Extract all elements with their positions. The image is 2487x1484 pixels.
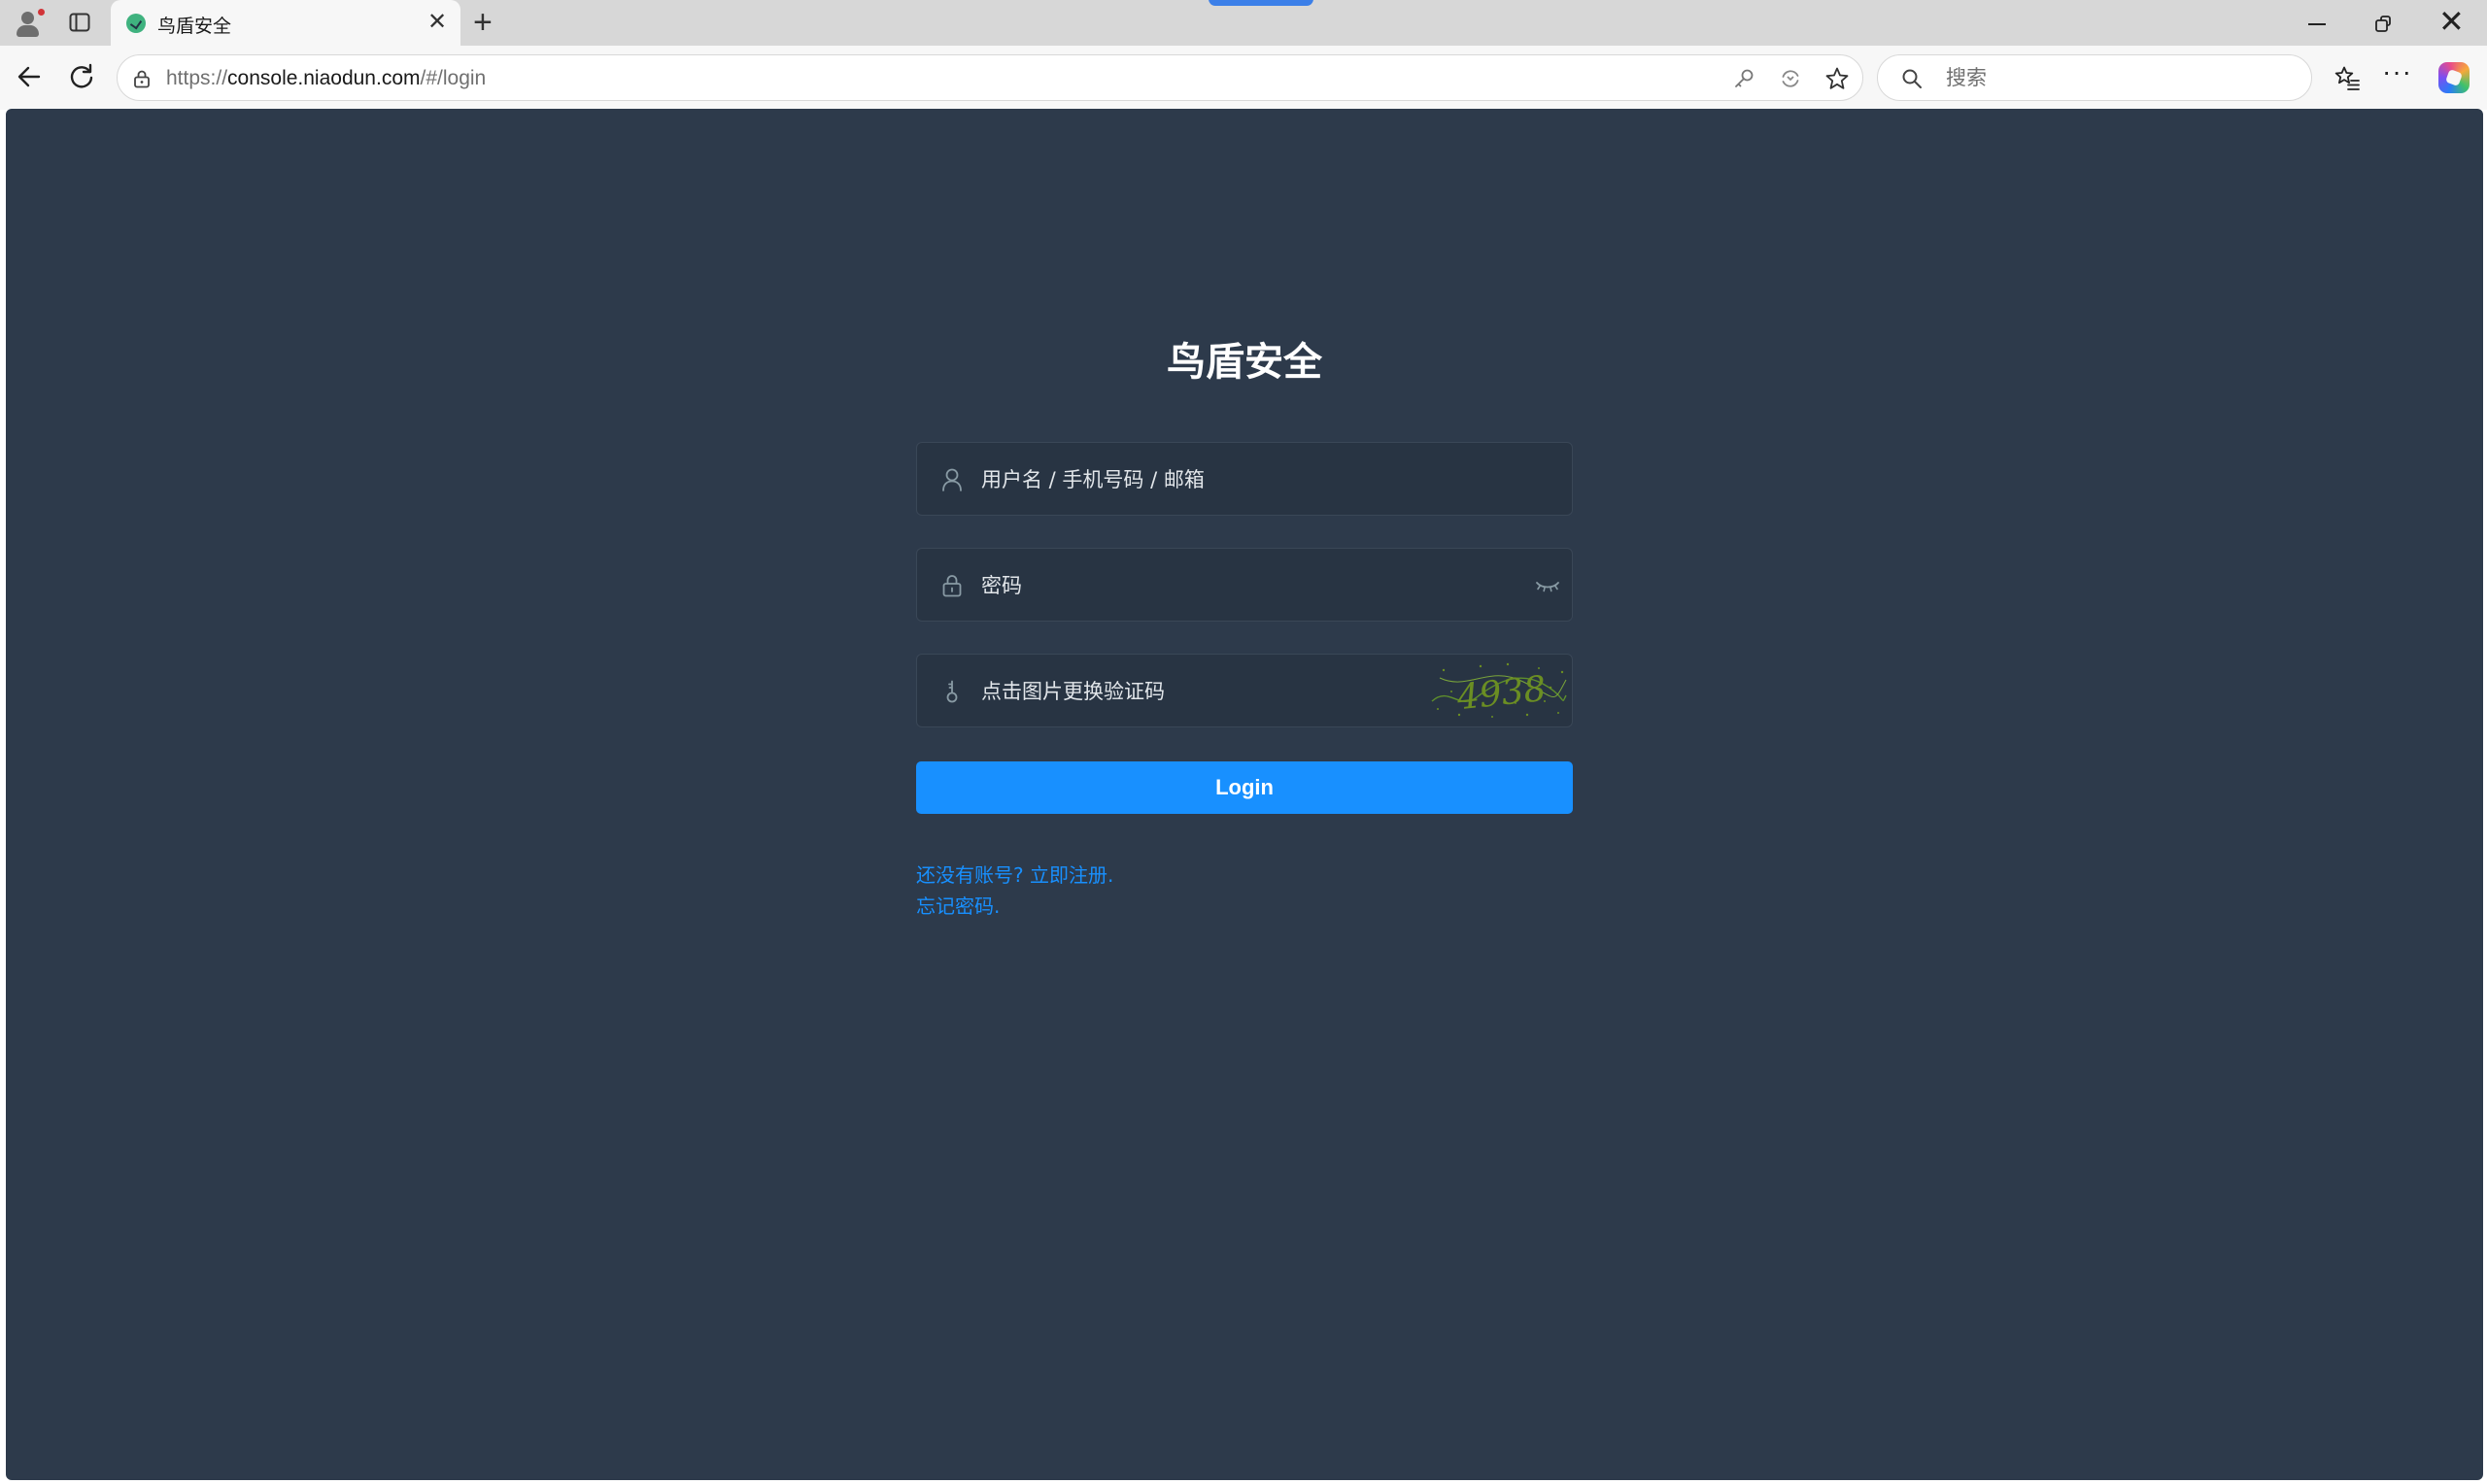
password-input[interactable] [981, 566, 1506, 605]
favorites-list-icon [2334, 66, 2360, 90]
read-aloud-icon[interactable] [1779, 67, 1802, 90]
captcha-text: 4938 [1454, 669, 1548, 718]
tab-close-icon[interactable]: ✕ [427, 11, 447, 34]
tab-title: 鸟盾安全 [157, 17, 232, 37]
close-window-icon[interactable]: ✕ [2438, 6, 2465, 37]
window-drag-handle[interactable] [1209, 0, 1313, 6]
url-text[interactable]: https://console.niaodun.com/#/login [166, 67, 486, 90]
search-icon [1902, 69, 1922, 88]
more-icon[interactable]: ··· [2382, 58, 2412, 85]
browser-tab-strip: 鸟盾安全 ✕ + ✕ [0, 0, 2487, 46]
forgot-password-link[interactable]: 忘记密码. [916, 891, 1000, 919]
address-bar[interactable]: https://console.niaodun.com/#/login [117, 54, 1863, 101]
tab-actions-icon [69, 13, 90, 32]
restore-icon [2375, 16, 2391, 32]
eye-closed-icon[interactable] [1535, 574, 1560, 597]
browser-search-input[interactable] [1946, 63, 2296, 92]
browser-toolbar: https://console.niaodun.com/#/login ··· [0, 46, 2487, 110]
site-info-lock-icon[interactable] [131, 68, 153, 89]
captcha-image[interactable]: 4938 [1430, 658, 1568, 723]
password-field[interactable] [916, 548, 1573, 622]
username-input[interactable] [981, 460, 1506, 499]
lock-icon [942, 575, 962, 597]
refresh-button[interactable] [66, 61, 97, 92]
captcha-input[interactable] [981, 672, 1506, 711]
minimize-icon[interactable] [2308, 23, 2326, 25]
profile-button[interactable] [12, 8, 46, 39]
key-icon [946, 680, 958, 703]
page-viewport: 鸟盾安全 用户名 / 手机号码 / 邮箱 点击图片更换验证码 4938 Logi… [6, 109, 2483, 1480]
page-title: 鸟盾安全 [1167, 340, 1322, 385]
profile-icon [21, 12, 34, 24]
site-favicon-icon [126, 14, 146, 33]
browser-search-box[interactable] [1877, 54, 2312, 101]
tab-actions-button[interactable] [68, 11, 91, 34]
user-icon [942, 468, 962, 491]
new-tab-button[interactable]: + [473, 6, 493, 39]
browser-tab-active[interactable]: 鸟盾安全 ✕ [111, 0, 460, 46]
favorite-star-icon[interactable] [1823, 65, 1851, 92]
login-button[interactable]: Login [916, 761, 1573, 814]
restore-window-button[interactable] [2374, 15, 2394, 34]
captcha-graphic: 4938 [1431, 662, 1567, 718]
refresh-icon [70, 63, 93, 88]
back-arrow-icon [17, 66, 41, 87]
favorites-button[interactable] [2334, 64, 2361, 91]
captcha-field[interactable]: 4938 [916, 654, 1573, 727]
copilot-icon[interactable] [2438, 62, 2470, 93]
username-field[interactable] [916, 442, 1573, 516]
back-button[interactable] [14, 61, 45, 92]
register-link[interactable]: 还没有账号? 立即注册. [916, 860, 1113, 888]
notification-dot [37, 8, 46, 17]
password-key-icon[interactable] [1732, 67, 1755, 90]
